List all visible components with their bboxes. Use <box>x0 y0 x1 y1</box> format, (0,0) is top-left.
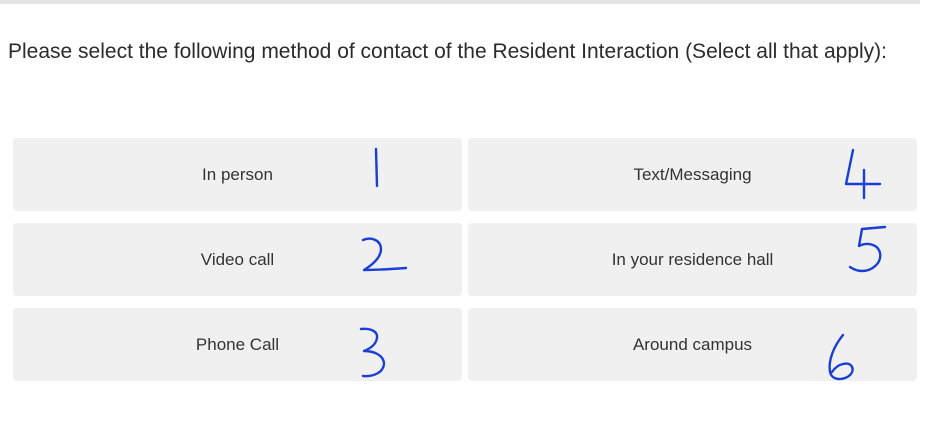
choice-label: Around campus <box>632 334 753 354</box>
choice-video-call[interactable]: Video call <box>13 223 462 296</box>
choice-text-messaging[interactable]: Text/Messaging <box>468 138 917 211</box>
choice-phone-call[interactable]: Phone Call <box>13 308 462 381</box>
choice-in-person[interactable]: In person <box>13 138 462 211</box>
choice-around-campus[interactable]: Around campus <box>468 308 917 381</box>
question-text: Please select the following method of co… <box>8 40 887 63</box>
top-divider <box>0 0 920 4</box>
choice-label: Phone Call <box>195 334 280 354</box>
choice-label: Text/Messaging <box>633 164 752 184</box>
choice-label: In person <box>202 164 273 184</box>
choice-label: Video call <box>200 249 275 269</box>
choice-label: In your residence hall <box>611 249 774 269</box>
choice-grid: In person Text/Messaging Video call In y… <box>13 138 917 381</box>
choice-in-your-residence-hall[interactable]: In your residence hall <box>468 223 917 296</box>
